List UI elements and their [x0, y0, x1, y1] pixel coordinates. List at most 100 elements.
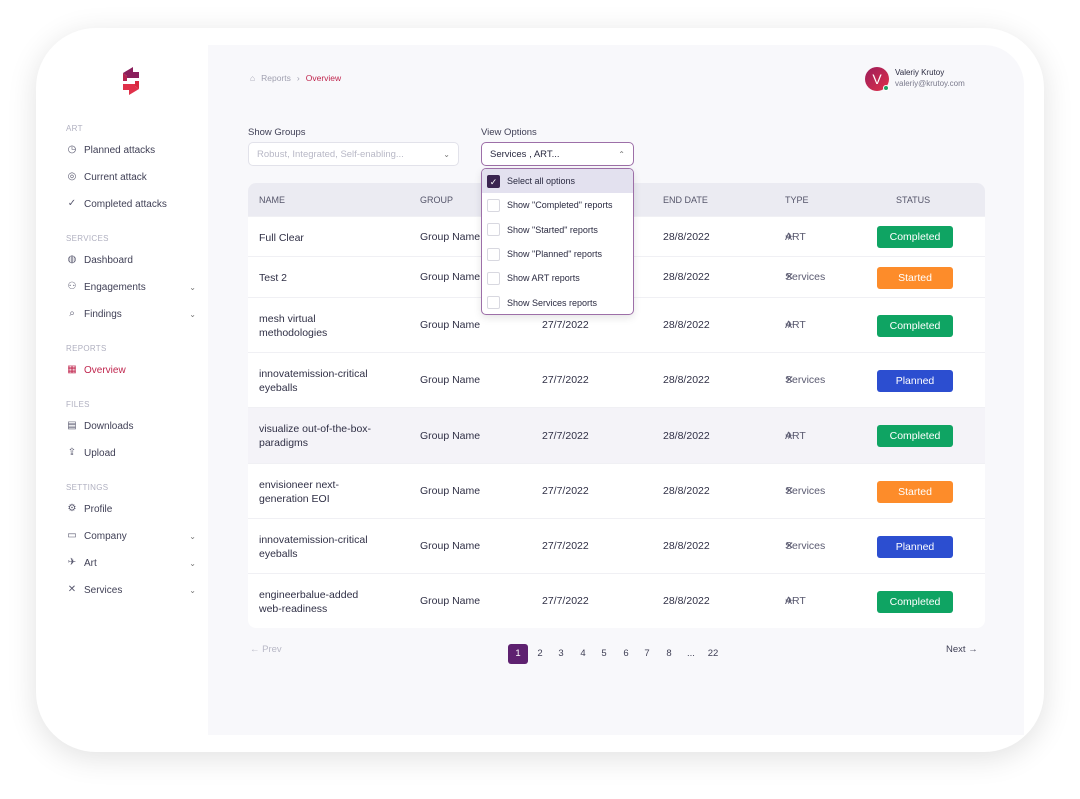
checkbox-icon[interactable]	[487, 198, 500, 212]
table-icon: ▦	[67, 364, 77, 375]
chevron-down-icon[interactable]: ⌄	[189, 310, 196, 319]
header-group[interactable]: GROUP	[420, 195, 453, 205]
user-name: Valeriy Krutoy	[895, 68, 945, 77]
page-2[interactable]: 2	[530, 644, 550, 664]
sidebar-item-upload[interactable]: ⇪ Upload	[66, 447, 196, 459]
cell-start-date: 27/7/2022	[542, 374, 589, 386]
dropdown-option[interactable]: Show "Planned" reports	[482, 242, 633, 266]
page-22[interactable]: 22	[703, 644, 723, 664]
next-button[interactable]: Next →	[946, 644, 978, 655]
header-name[interactable]: NAME	[259, 195, 285, 205]
checkbox-checked-icon[interactable]: ✓	[487, 174, 500, 188]
cell-group: Group Name	[420, 230, 481, 243]
online-indicator	[883, 85, 889, 91]
option-label: Show "Completed" reports	[507, 200, 613, 211]
type-label: ART	[785, 319, 806, 331]
sidebar-item-completed-attacks[interactable]: ✓ Completed attacks	[66, 198, 196, 210]
status-badge: Completed	[877, 590, 953, 613]
sidebar-item-art[interactable]: ✈ Art ⌄	[66, 557, 196, 569]
arrow-left-icon: ←	[250, 644, 260, 655]
page-8[interactable]: 8	[659, 644, 679, 664]
user-menu[interactable]: V Valeriy Krutoy valeriy@krutoy.com	[865, 67, 965, 91]
page-7[interactable]: 7	[637, 644, 657, 664]
dropdown-option[interactable]: ✓ Select all options	[482, 169, 633, 194]
type-label: Services	[785, 485, 826, 497]
dropdown-option[interactable]: Show ART reports	[482, 266, 633, 290]
cell-end-date: 28/8/2022	[663, 429, 710, 442]
cell-start-date: 27/7/2022	[542, 485, 589, 497]
sidebar-item-label: Engagements	[84, 281, 146, 293]
cell-name: Full Clear	[259, 231, 304, 244]
sidebar-item-downloads[interactable]: ▤ Downloads	[66, 420, 196, 432]
table-row[interactable]: envisioneer next-generation EOI Group Na…	[248, 463, 985, 518]
header-type[interactable]: TYPE	[785, 195, 809, 205]
logo-icon	[123, 67, 139, 95]
target-icon: ◎	[67, 171, 77, 182]
page-1[interactable]: 1	[508, 644, 528, 664]
sidebar-item-findings[interactable]: ⌕ Findings ⌄	[66, 308, 196, 320]
sidebar-item-label: Overview	[84, 364, 126, 376]
sidebar-item-label: Downloads	[84, 420, 134, 432]
chevron-down-icon[interactable]: ⌄	[189, 532, 196, 541]
avatar[interactable]: V	[865, 67, 889, 91]
sidebar-item-company[interactable]: ▭ Company ⌄	[66, 530, 196, 542]
breadcrumb-reports[interactable]: Reports	[261, 73, 291, 83]
status-badge: Completed	[877, 226, 953, 248]
page-3[interactable]: 3	[551, 644, 571, 664]
file-upload-icon: ⇪	[67, 447, 77, 458]
type-label: Services	[785, 540, 826, 552]
cell-name: envisioneer next-generation EOI	[259, 478, 339, 505]
page-5[interactable]: 5	[594, 644, 614, 664]
chevron-down-icon[interactable]: ⌄	[189, 586, 196, 595]
chevron-down-icon[interactable]: ⌄	[189, 283, 196, 292]
page-6[interactable]: 6	[616, 644, 636, 664]
table-row[interactable]: innovatemission-critical eyeballs Group …	[248, 352, 985, 407]
table-row[interactable]: engineerbalue-added web-readiness Group …	[248, 573, 985, 628]
option-label: Show Services reports	[507, 297, 598, 308]
sidebar-item-overview[interactable]: ▦ Overview	[66, 364, 196, 376]
sidebar-item-label: Upload	[84, 447, 116, 459]
view-options-select[interactable]: Services , ART... ⌃	[481, 142, 634, 166]
dropdown-option[interactable]: Show Services reports	[482, 290, 633, 314]
chevron-down-icon: ⌄	[443, 149, 450, 159]
cell-name: engineerbalue-added web-readiness	[259, 588, 359, 615]
cell-end-date: 28/8/2022	[663, 540, 710, 552]
header-status[interactable]: STATUS	[896, 195, 930, 205]
checkbox-icon[interactable]	[487, 223, 500, 237]
sidebar-item-label: Services	[84, 584, 123, 596]
cell-name: Test 2	[259, 272, 288, 284]
sidebar-item-dashboard[interactable]: ◍ Dashboard	[66, 254, 196, 266]
home-icon[interactable]: ⌂	[250, 73, 255, 83]
sidebar-item-planned-attacks[interactable]: ◷ Planned attacks	[66, 144, 196, 156]
status-badge: Started	[877, 266, 953, 289]
sidebar-item-profile[interactable]: ⚙ Profile	[66, 503, 196, 515]
checkbox-icon[interactable]	[487, 271, 500, 285]
sidebar-item-current-attack[interactable]: ◎ Current attack	[66, 171, 196, 183]
checkbox-icon[interactable]	[487, 296, 500, 310]
sidebar-item-engagements[interactable]: ⚇ Engagements ⌄	[66, 281, 196, 293]
cell-start-date: 27/7/2022	[542, 540, 589, 552]
chevron-down-icon[interactable]: ⌄	[189, 559, 196, 568]
view-options-dropdown: ✓ Select all options Show "Completed" repo…	[481, 168, 634, 315]
cell-end-date: 28/8/2022	[663, 319, 710, 331]
chevron-right-icon: ›	[296, 73, 300, 83]
show-groups-select[interactable]: Robust, Integrated, Self-enabling... ⌄	[248, 142, 459, 166]
show-groups-label: Show Groups	[248, 127, 306, 138]
sidebar-item-services[interactable]: ✕ Services ⌄	[66, 584, 196, 596]
clipboard-search-icon: ⌕	[69, 308, 75, 319]
prev-button[interactable]: ← Prev	[250, 644, 282, 655]
sidebar-item-label: Findings	[84, 308, 122, 320]
show-groups-placeholder: Robust, Integrated, Self-enabling...	[257, 148, 404, 160]
table-row[interactable]: innovatemission-critical eyeballs Group …	[248, 518, 985, 573]
header-end-date[interactable]: END DATE	[663, 195, 708, 205]
chevron-up-icon: ⌃	[618, 149, 625, 159]
page-4[interactable]: 4	[573, 644, 593, 664]
cell-end-date: 28/8/2022	[663, 485, 710, 497]
table-row[interactable]: visualize out-of-the-box-paradigms Group…	[248, 407, 985, 463]
sidebar-item-label: Company	[84, 530, 127, 542]
dropdown-option[interactable]: Show "Started" reports	[482, 218, 633, 242]
cell-name: visualize out-of-the-box-paradigms	[259, 423, 372, 449]
dropdown-option[interactable]: Show "Completed" reports	[482, 193, 633, 217]
checkbox-icon[interactable]	[487, 247, 500, 261]
user-email: valeriy@krutoy.com	[895, 79, 965, 88]
